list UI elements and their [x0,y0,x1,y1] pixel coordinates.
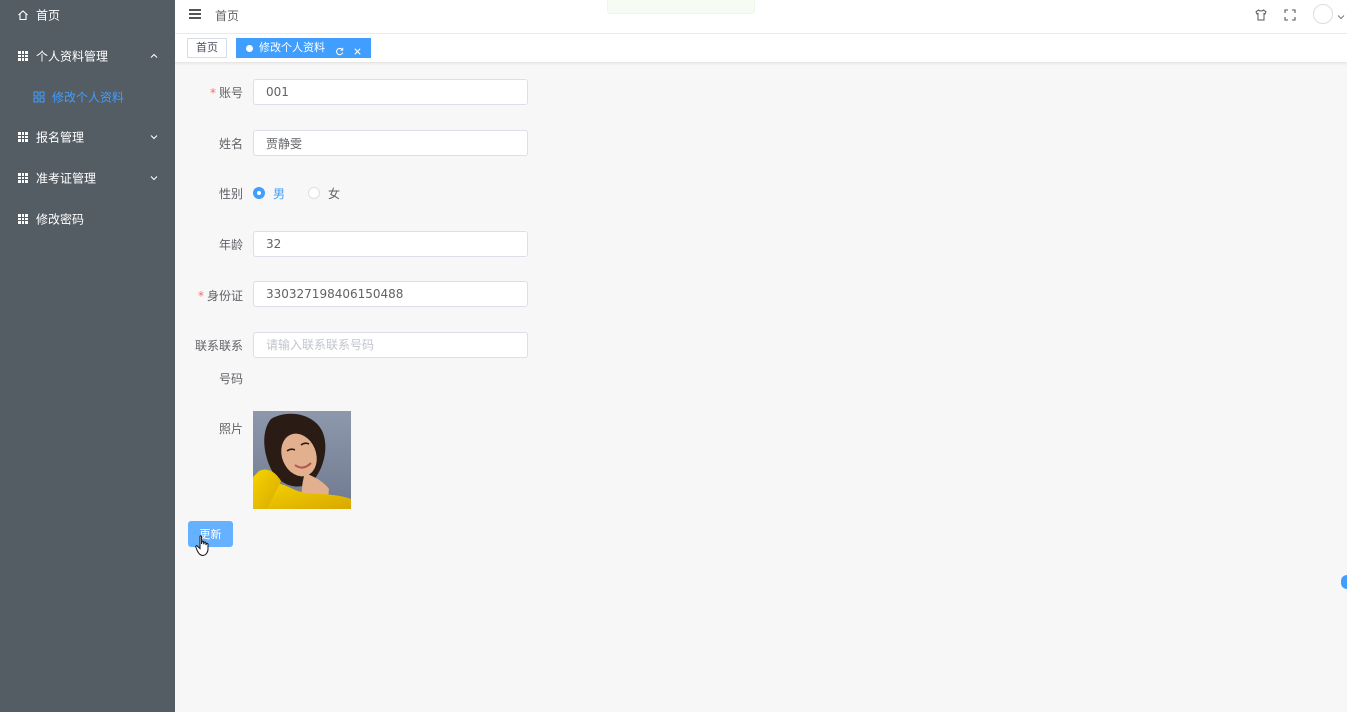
name-label: 姓名 [218,137,243,151]
age-input[interactable] [253,231,528,257]
floating-button[interactable] [1341,575,1347,589]
tag-label: 首页 [196,41,218,54]
sidebar-item-password[interactable]: 修改密码 [0,199,175,239]
photo-label: 照片 [218,422,243,436]
age-label: 年龄 [218,238,243,252]
radio-circle [253,187,265,199]
breadcrumb[interactable]: 首页 [215,7,239,24]
tags-view: 首页 修改个人资料 [175,34,1347,63]
profile-photo[interactable] [253,411,351,509]
chevron-down-icon [149,173,159,183]
caret-down-icon[interactable] [1337,10,1345,20]
active-dot-icon [246,45,253,52]
phone-label-line2: 号码 [218,372,243,386]
sidebar-item-admission[interactable]: 准考证管理 [0,158,175,198]
avatar[interactable] [1313,4,1333,24]
grid-icon [17,131,29,143]
gender-radio-male[interactable]: 男 [253,186,286,201]
phone-input[interactable] [253,332,528,358]
sidebar-item-profile-edit[interactable]: 修改个人资料 [0,77,175,117]
chevron-up-icon [149,51,159,61]
shirt-icon[interactable] [1254,8,1268,22]
tag-home[interactable]: 首页 [187,38,227,58]
id-card-input[interactable] [253,281,528,307]
grid-icon [17,172,29,184]
radio-label: 女 [328,186,341,201]
sidebar: 首页 个人资料管理 修改个人资料 报名管理 准考证管理 修改密码 [0,0,175,712]
toast-message [607,0,755,14]
gender-radio-female[interactable]: 女 [308,186,341,201]
grid-icon [17,213,29,225]
grid-icon [17,50,29,62]
radio-circle [308,187,320,199]
close-icon[interactable] [353,44,362,55]
fullscreen-icon[interactable] [1283,8,1297,22]
gender-label: 性别 [218,187,243,201]
refresh-icon[interactable] [335,44,344,55]
account-input[interactable] [253,79,528,105]
top-navbar: 首页 [175,0,1347,34]
sidebar-item-label: 个人资料管理 [36,49,109,64]
account-label: * 账号 [209,86,243,100]
sidebar-item-signup[interactable]: 报名管理 [0,117,175,157]
sidebar-item-label: 报名管理 [36,130,85,145]
sidebar-item-home[interactable]: 首页 [0,0,175,35]
radio-label: 男 [273,186,286,201]
tag-profile-edit[interactable]: 修改个人资料 [236,38,371,58]
apps-icon [33,91,45,103]
sidebar-item-profile[interactable]: 个人资料管理 [0,36,175,76]
sidebar-item-label: 准考证管理 [36,171,97,186]
tag-label: 修改个人资料 [259,41,325,54]
name-input[interactable] [253,130,528,156]
sidebar-item-label: 修改个人资料 [52,90,125,105]
id-card-label: * 身份证 [197,289,243,303]
sidebar-item-label: 修改密码 [36,212,85,227]
hamburger-icon[interactable] [189,9,201,19]
phone-label: 联系联系 [194,339,243,353]
update-button[interactable]: 更新 [188,521,233,547]
chevron-down-icon [149,132,159,142]
sidebar-item-label: 首页 [36,8,61,23]
home-icon [17,9,29,21]
